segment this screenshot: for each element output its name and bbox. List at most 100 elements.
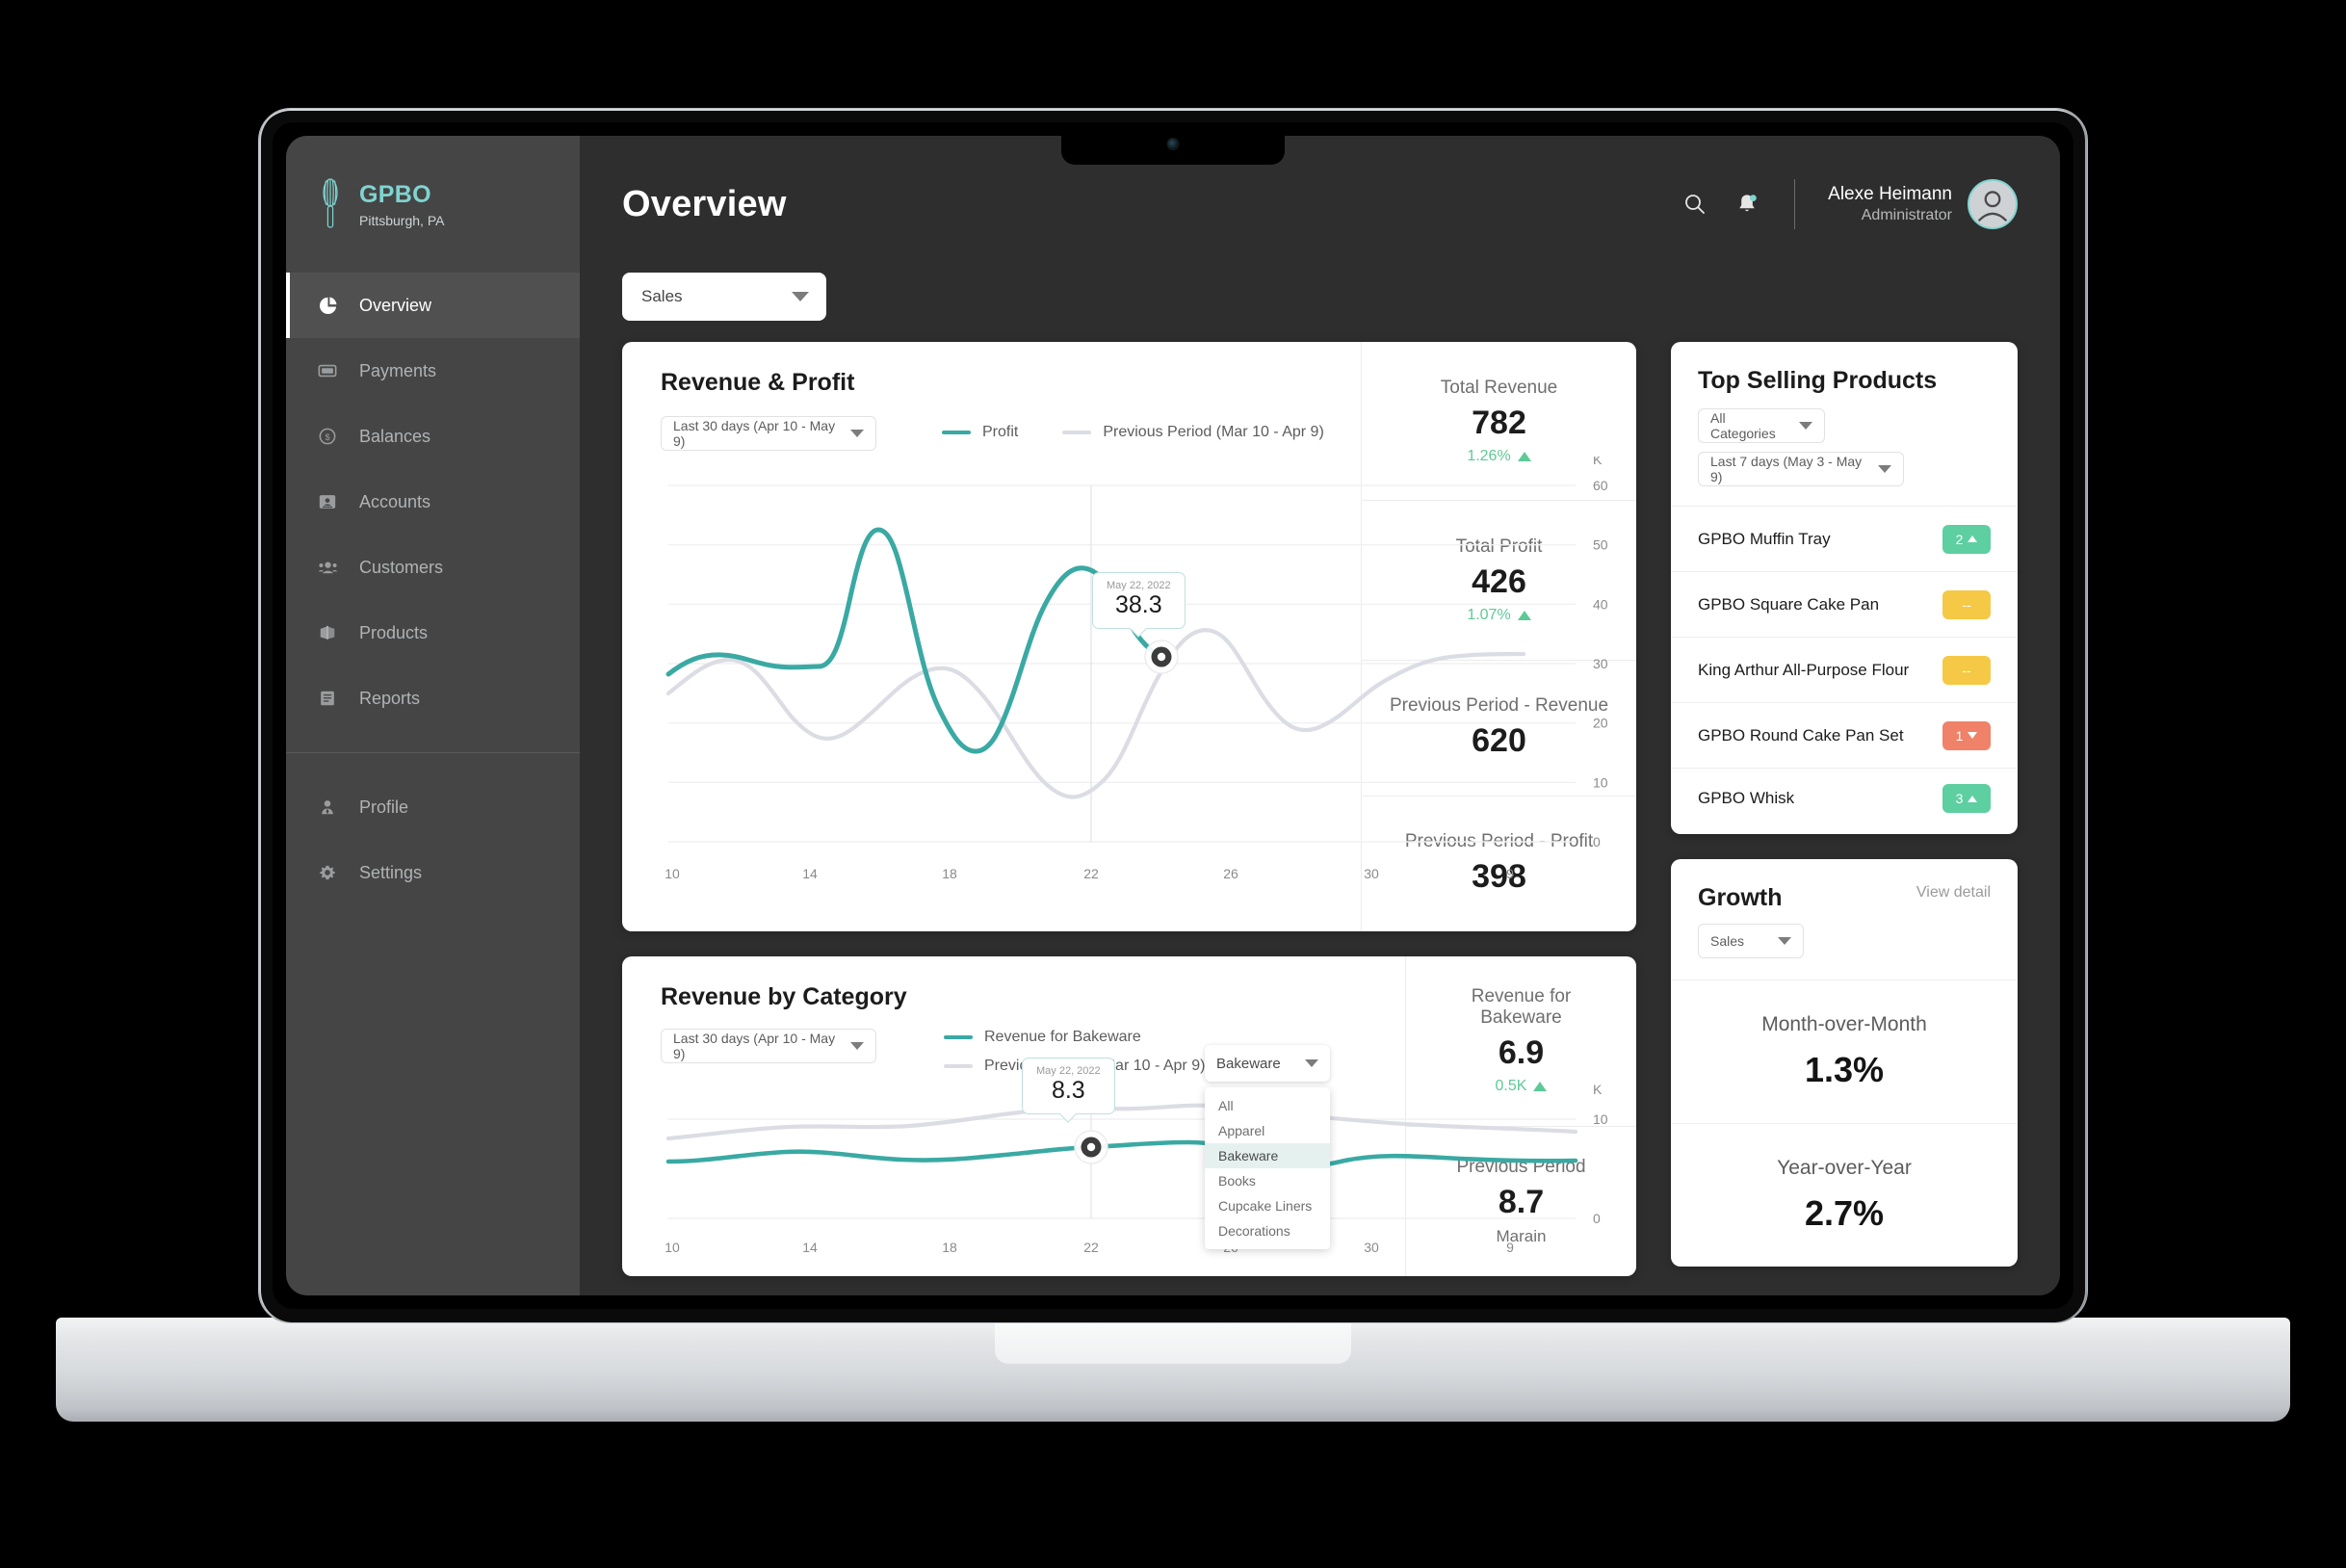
category-filter-select[interactable]: All Categories (1698, 408, 1825, 443)
product-name: GPBO Muffin Tray (1698, 529, 1831, 548)
growth-block-mom: Month-over-Month 1.3% (1671, 980, 2018, 1123)
table-row[interactable]: GPBO Muffin Tray 2 (1671, 506, 2018, 571)
status-badge: -- (1942, 589, 1991, 619)
user-name: Alexe Heimann (1828, 184, 1952, 204)
chevron-down-icon (850, 1042, 864, 1050)
legend-swatch (1062, 431, 1092, 434)
table-row[interactable]: GPBO Round Cake Pan Set 1 (1671, 702, 2018, 768)
category-dropdown-button[interactable]: Bakeware (1205, 1045, 1330, 1082)
sidebar: GPBO Pittsburgh, PA Overview Payments $ … (286, 136, 580, 1295)
laptop-lid: GPBO Pittsburgh, PA Overview Payments $ … (258, 108, 2088, 1323)
svg-text:14: 14 (802, 1240, 818, 1255)
sidebar-item-label: Reports (359, 688, 421, 708)
brand-location: Pittsburgh, PA (359, 212, 445, 228)
growth-title: Growth (1698, 884, 1783, 911)
svg-text:30: 30 (1364, 866, 1379, 881)
chevron-down-icon (1305, 1059, 1318, 1067)
sidebar-item-settings[interactable]: Settings (286, 840, 580, 905)
revenue-profit-title: Revenue & Profit (661, 369, 855, 396)
dropdown-option-apparel[interactable]: Apparel (1205, 1118, 1330, 1143)
growth-filter-select[interactable]: Sales (1698, 924, 1804, 958)
revenue-profit-legend: Profit Previous Period (Mar 10 - Apr 9) (942, 416, 1324, 441)
stat-label-line2: Bakeware (1480, 1007, 1562, 1029)
legend-label: Profit (982, 424, 1019, 440)
svg-text:K: K (1593, 457, 1603, 467)
status-badge: 3 (1942, 784, 1991, 813)
revenue-profit-chart-pane: Revenue & Profit Last 30 days (Apr 10 - … (622, 342, 1608, 931)
sidebar-item-reports[interactable]: Reports (286, 666, 580, 731)
svg-text:60: 60 (1593, 478, 1608, 493)
bell-icon[interactable] (1733, 190, 1761, 219)
table-row[interactable]: GPBO Square Cake Pan -- (1671, 571, 2018, 637)
growth-value: 1.3% (1804, 1050, 1885, 1089)
sidebar-item-accounts[interactable]: Accounts (286, 469, 580, 535)
search-icon[interactable] (1681, 190, 1709, 219)
sidebar-item-profile[interactable]: Profile (286, 774, 580, 840)
revenue-profit-range-select[interactable]: Last 30 days (Apr 10 - May 9) (661, 416, 876, 451)
svg-text:9: 9 (1506, 1240, 1514, 1255)
svg-text:30: 30 (1364, 1240, 1379, 1255)
right-column: Top Selling Products All Categories Last… (1671, 342, 2018, 1267)
product-name: GPBO Round Cake Pan Set (1698, 725, 1904, 745)
svg-text:22: 22 (1083, 1240, 1099, 1255)
status-badge: 2 (1942, 524, 1991, 554)
camera-notch (1061, 122, 1285, 165)
revenue-category-range-select[interactable]: Last 30 days (Apr 10 - May 9) (661, 1029, 876, 1063)
legend-label: Revenue for Bakeware (984, 1029, 1141, 1045)
sidebar-item-payments[interactable]: Payments (286, 338, 580, 404)
tooltip-value: 8.3 (1051, 1077, 1085, 1104)
chevron-down-icon (792, 292, 809, 301)
category-dropdown-menu: All Apparel Bakeware Books Cupcake Liner… (1205, 1087, 1330, 1249)
sidebar-item-customers[interactable]: Customers (286, 535, 580, 600)
sidebar-item-balances[interactable]: $ Balances (286, 404, 580, 469)
table-row[interactable]: King Arthur All-Purpose Flour -- (1671, 637, 2018, 702)
svg-text:0: 0 (1593, 1211, 1601, 1226)
svg-text:22: 22 (1083, 866, 1099, 881)
page-filter-value: Sales (641, 287, 683, 305)
revenue-category-card: Revenue by Category Last 30 days (Apr 10… (622, 956, 1636, 1276)
app-screen: GPBO Pittsburgh, PA Overview Payments $ … (286, 136, 2060, 1295)
left-column: Revenue & Profit Last 30 days (Apr 10 - … (622, 342, 1636, 1276)
laptop-mockup: GPBO Pittsburgh, PA Overview Payments $ … (56, 108, 2290, 1422)
gear-icon (317, 862, 338, 883)
range-filter-select[interactable]: Last 7 days (May 3 - May 9) (1698, 452, 1904, 486)
category-dropdown-value: Bakeware (1216, 1055, 1281, 1072)
sidebar-nav: Overview Payments $ Balances Accounts Cu… (286, 273, 580, 905)
sidebar-divider (286, 752, 580, 753)
view-detail-link[interactable]: View detail (1916, 884, 1991, 902)
status-badge: 1 (1942, 720, 1991, 750)
svg-text:9: 9 (1506, 866, 1514, 881)
category-filter-value: All Categories (1710, 410, 1776, 441)
table-row[interactable]: GPBO Whisk 3 (1671, 768, 2018, 834)
account-card-icon (317, 491, 338, 512)
svg-text:10: 10 (1593, 1111, 1608, 1127)
sidebar-item-label: Customers (359, 557, 444, 577)
dropdown-option-all[interactable]: All (1205, 1093, 1330, 1118)
badge-value: -- (1962, 662, 1971, 678)
chevron-down-icon (850, 430, 864, 437)
legend-swatch (944, 1064, 973, 1068)
pie-chart-icon (317, 295, 338, 316)
dropdown-option-cupcake-liners[interactable]: Cupcake Liners (1205, 1193, 1330, 1218)
product-name: GPBO Square Cake Pan (1698, 594, 1880, 614)
sidebar-item-overview[interactable]: Overview (286, 273, 580, 338)
dropdown-option-books[interactable]: Books (1205, 1168, 1330, 1193)
product-name: GPBO Whisk (1698, 789, 1795, 807)
box-icon (317, 622, 338, 643)
brand-block: GPBO Pittsburgh, PA (286, 136, 580, 273)
topbar-divider (1794, 179, 1796, 229)
sidebar-item-label: Settings (359, 862, 423, 882)
sidebar-item-label: Accounts (359, 491, 431, 511)
user-menu[interactable]: Alexe Heimann Administrator (1828, 179, 2018, 229)
triangle-up-icon (1968, 795, 1978, 802)
content-area: Sales Revenue & Profit Last 30 days (Apr… (580, 273, 2060, 1295)
dropdown-option-bakeware[interactable]: Bakeware (1205, 1143, 1330, 1168)
svg-text:10: 10 (1593, 774, 1608, 790)
dropdown-option-decorations[interactable]: Decorations (1205, 1218, 1330, 1243)
avatar[interactable] (1968, 179, 2018, 229)
sidebar-item-products[interactable]: Products (286, 600, 580, 666)
growth-label: Year-over-Year (1777, 1157, 1912, 1179)
top-bar: Overview Alexe Heimann Administrator (580, 136, 2060, 273)
svg-text:14: 14 (802, 866, 818, 881)
page-filter-select[interactable]: Sales (622, 273, 826, 321)
